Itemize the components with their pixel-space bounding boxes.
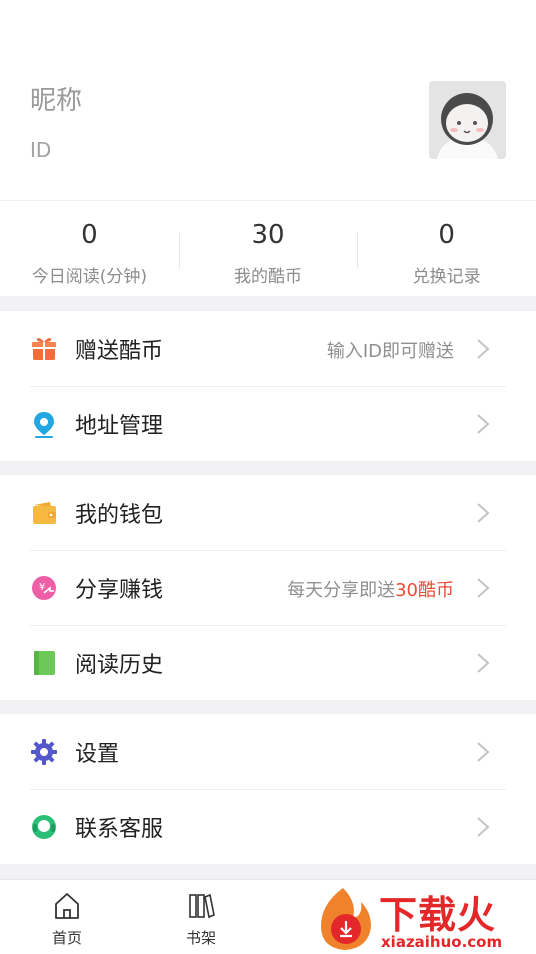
hint-text: 每天分享即送 — [287, 580, 396, 601]
menu-item-label: 我的钱包 — [75, 503, 164, 528]
tab-label: 首页 — [51, 929, 82, 947]
menu-item-hint: 输入ID即可赠送 — [326, 341, 454, 362]
menu-item-share-earn[interactable]: ¥ 分享赚钱 每天分享即送30酷币 — [0, 550, 536, 625]
stat-value: 30 — [251, 220, 285, 250]
stat-exchange-records[interactable]: 0 兑换记录 — [357, 201, 536, 296]
menu-group-3: 设置 联系客服 — [0, 714, 536, 864]
bookshelf-icon — [189, 893, 215, 919]
wallet-icon — [33, 502, 56, 524]
tab-home[interactable]: 首页 — [27, 880, 107, 954]
menu-item-label: 设置 — [75, 742, 120, 767]
chevron-right-icon — [477, 817, 490, 837]
tab-label: 书架 — [185, 929, 216, 947]
watermark-logo: 下载火 xiazaihuo.com — [313, 882, 535, 954]
flame-logo-icon — [321, 888, 371, 950]
hint-highlight: 30酷币 — [395, 580, 454, 601]
chevron-right-icon — [477, 653, 490, 673]
chevron-right-icon — [477, 578, 490, 598]
menu-item-hint: 每天分享即送30酷币 — [287, 576, 454, 602]
menu-item-label: 赠送酷币 — [75, 339, 164, 364]
chevron-right-icon — [477, 742, 490, 762]
headset-icon — [32, 815, 56, 839]
menu-item-address[interactable]: 地址管理 — [0, 386, 536, 461]
menu-item-label: 阅读历史 — [75, 653, 164, 678]
gift-icon — [32, 338, 56, 360]
menu-item-gift-coins[interactable]: 赠送酷币 输入ID即可赠送 — [0, 311, 536, 386]
menu-group-1: 赠送酷币 输入ID即可赠送 地址管理 — [0, 311, 536, 461]
avatar[interactable] — [429, 81, 506, 159]
menu-item-reading-history[interactable]: 阅读历史 — [0, 625, 536, 700]
user-id-label: ID — [30, 138, 52, 162]
chevron-right-icon — [477, 414, 490, 434]
avatar-placeholder-icon — [429, 81, 506, 159]
chevron-right-icon — [477, 503, 490, 523]
menu-item-label: 联系客服 — [75, 817, 164, 842]
book-icon — [34, 651, 55, 675]
chevron-right-icon — [477, 339, 490, 359]
svg-text:¥: ¥ — [39, 582, 45, 593]
menu-item-label: 地址管理 — [75, 414, 164, 439]
stat-today-reading[interactable]: 0 今日阅读(分钟) — [0, 201, 179, 296]
stat-my-coins[interactable]: 30 我的酷币 — [178, 201, 358, 296]
profile-header: 昵称 ID — [0, 0, 536, 200]
tab-bookshelf[interactable]: 书架 — [161, 880, 241, 954]
menu-item-label: 分享赚钱 — [75, 578, 164, 603]
watermark-subtitle: xiazaihuo.com — [381, 933, 503, 951]
menu-item-customer-service[interactable]: 联系客服 — [0, 789, 536, 864]
stats-bar: 0 今日阅读(分钟) 30 我的酷币 0 兑换记录 — [0, 200, 536, 296]
share-money-icon: ¥ — [32, 576, 56, 600]
stat-label: 我的酷币 — [234, 267, 302, 287]
menu-item-wallet[interactable]: 我的钱包 — [0, 475, 536, 550]
stat-value: 0 — [81, 220, 98, 250]
home-icon — [55, 893, 79, 919]
gear-icon — [31, 739, 57, 765]
menu-group-2: 我的钱包 ¥ 分享赚钱 每天分享即送30酷币 阅读历史 — [0, 475, 536, 700]
stat-label: 今日阅读(分钟) — [31, 267, 147, 287]
watermark-title: 下载火 — [379, 893, 497, 937]
nickname[interactable]: 昵称 — [30, 80, 82, 117]
stat-value: 0 — [438, 220, 455, 250]
location-pin-icon — [34, 412, 54, 438]
stat-label: 兑换记录 — [412, 267, 481, 287]
menu-item-settings[interactable]: 设置 — [0, 714, 536, 789]
